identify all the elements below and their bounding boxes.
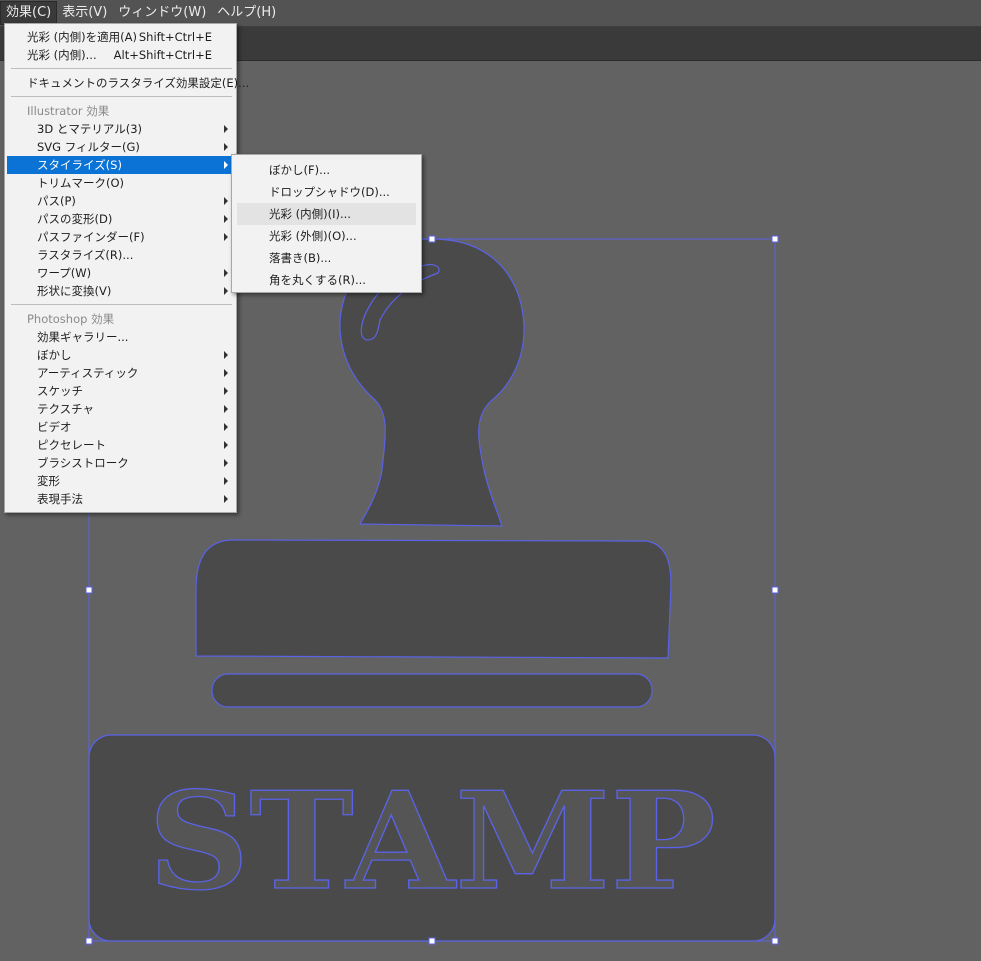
selection-handle[interactable] <box>771 937 779 945</box>
submenu-arrow-icon <box>224 405 228 413</box>
stamp-holder <box>195 539 672 659</box>
menu-item-rasterize[interactable]: ラスタライズ(R)... <box>7 246 234 264</box>
menu-item-label: スケッチ <box>37 384 83 398</box>
selection-handle[interactable] <box>428 937 436 945</box>
menu-item-distort-transform[interactable]: パスの変形(D) <box>7 210 234 228</box>
menu-item-label: 角を丸くする(R)... <box>269 273 366 287</box>
menu-item-label: テクスチャ <box>37 402 95 416</box>
menu-item-svg-filters[interactable]: SVG フィルター(G) <box>7 138 234 156</box>
effect-menu: 光彩 (内側)を適用(A) Shift+Ctrl+E 光彩 (内側)... Al… <box>4 23 249 513</box>
menu-item-label: 形状に変換(V) <box>37 284 112 298</box>
submenu-arrow-icon <box>224 477 228 485</box>
submenu-arrow-icon <box>224 269 228 277</box>
submenu-arrow-icon <box>224 441 228 449</box>
menu-item-3d-materials[interactable]: 3D とマテリアル(3) <box>7 120 234 138</box>
menu-item-label: ぼかし <box>37 348 72 362</box>
menu-item-warp[interactable]: ワープ(W) <box>7 264 234 282</box>
submenu-arrow-icon <box>224 197 228 205</box>
submenu-item-drop-shadow[interactable]: ドロップシャドウ(D)... <box>234 181 419 203</box>
submenu-item-outer-glow[interactable]: 光彩 (外側)(O)... <box>234 225 419 247</box>
menu-item-label: 表現手法 <box>37 492 83 506</box>
menu-item-label: 光彩 (内側)(I)... <box>269 207 351 221</box>
menu-item-stylize-ps[interactable]: 表現手法 <box>7 490 234 508</box>
submenu-item-scribble[interactable]: 落書き(B)... <box>234 247 419 269</box>
menu-item-brush-strokes[interactable]: ブラシストローク <box>7 454 234 472</box>
menu-separator <box>11 96 232 97</box>
submenu-item-round-corners[interactable]: 角を丸くする(R)... <box>234 269 419 291</box>
menu-item-label: ぼかし(F)... <box>269 163 331 177</box>
menu-item-label: パスの変形(D) <box>37 212 113 226</box>
menu-item-label: パス(P) <box>37 194 76 208</box>
stamp-bar <box>211 673 653 708</box>
section-header-label: Photoshop 効果 <box>27 312 115 326</box>
menu-item-label: 効果ギャラリー... <box>37 330 129 344</box>
menu-item-convert-to-shape[interactable]: 形状に変換(V) <box>7 282 234 300</box>
raster-settings-item[interactable]: ドキュメントのラスタライズ効果設定(E)... <box>7 74 249 92</box>
menu-separator <box>11 304 232 305</box>
menu-item-sketch[interactable]: スケッチ <box>7 382 234 400</box>
selection-handle[interactable] <box>85 937 93 945</box>
submenu-arrow-icon <box>224 215 228 223</box>
selection-handle[interactable] <box>428 235 436 243</box>
section-header-label: Illustrator 効果 <box>27 104 110 118</box>
menu-item-stylize[interactable]: スタイライズ(S) <box>7 156 234 174</box>
menu-item-label: 光彩 (外側)(O)... <box>269 229 357 243</box>
submenu-arrow-icon <box>224 387 228 395</box>
menu-item-label: 落書き(B)... <box>269 251 332 265</box>
menu-item-distort[interactable]: 変形 <box>7 472 234 490</box>
selection-handle[interactable] <box>85 586 93 594</box>
menu-item-pixelate[interactable]: ピクセレート <box>7 436 234 454</box>
menu-item-artistic[interactable]: アーティスティック <box>7 364 234 382</box>
submenu-arrow-icon <box>224 495 228 503</box>
menu-item-label: ラスタライズ(R)... <box>37 248 134 262</box>
illustrator-effects-header: Illustrator 効果 <box>7 102 234 120</box>
menu-item-path[interactable]: パス(P) <box>7 192 234 210</box>
stamp-label: STAMP <box>148 762 716 920</box>
menu-separator <box>11 68 232 69</box>
menu-item-label: 変形 <box>37 474 60 488</box>
submenu-item-feather[interactable]: ぼかし(F)... <box>234 159 419 181</box>
menu-item-blur[interactable]: ぼかし <box>7 346 234 364</box>
photoshop-effects-header: Photoshop 効果 <box>7 310 234 328</box>
submenu-arrow-icon <box>224 459 228 467</box>
shortcut-label: Shift+Ctrl+E <box>138 30 212 44</box>
menu-item-label: ビデオ <box>37 420 72 434</box>
menu-item-label: ワープ(W) <box>37 266 92 280</box>
menu-item-video[interactable]: ビデオ <box>7 418 234 436</box>
menu-item-label: ピクセレート <box>37 438 106 452</box>
menu-item-texture[interactable]: テクスチャ <box>7 400 234 418</box>
submenu-item-inner-glow[interactable]: 光彩 (内側)(I)... <box>237 203 416 225</box>
submenu-arrow-icon <box>224 233 228 241</box>
menu-item-label: SVG フィルター(G) <box>37 140 140 154</box>
menu-item-label: 3D とマテリアル(3) <box>37 122 143 136</box>
menu-item-label: ドキュメントのラスタライズ効果設定(E)... <box>27 76 250 90</box>
menu-item-label: パスファインダー(F) <box>37 230 145 244</box>
menu-item-label: 光彩 (内側)を適用(A) <box>27 30 137 44</box>
selection-handle[interactable] <box>771 235 779 243</box>
submenu-arrow-icon <box>224 423 228 431</box>
menu-item-label: アーティスティック <box>37 366 139 380</box>
submenu-arrow-icon <box>224 143 228 151</box>
submenu-arrow-icon <box>224 369 228 377</box>
submenu-arrow-icon <box>224 161 228 169</box>
menu-item-label: スタイライズ(S) <box>37 158 122 172</box>
menu-item-label: 光彩 (内側)... <box>27 48 97 62</box>
menu-item-effect-gallery[interactable]: 効果ギャラリー... <box>7 328 234 346</box>
menu-item-label: ドロップシャドウ(D)... <box>269 185 390 199</box>
submenu-arrow-icon <box>224 351 228 359</box>
menu-item-label: ブラシストローク <box>37 456 129 470</box>
last-effect-item[interactable]: 光彩 (内側)... Alt+Shift+Ctrl+E <box>7 46 234 64</box>
shortcut-label: Alt+Shift+Ctrl+E <box>113 48 212 62</box>
menu-item-label: トリムマーク(O) <box>37 176 125 190</box>
submenu-arrow-icon <box>224 125 228 133</box>
menu-item-trim-marks[interactable]: トリムマーク(O) <box>7 174 234 192</box>
menu-item-pathfinder[interactable]: パスファインダー(F) <box>7 228 234 246</box>
submenu-arrow-icon <box>224 287 228 295</box>
apply-last-effect-item[interactable]: 光彩 (内側)を適用(A) Shift+Ctrl+E <box>7 28 234 46</box>
stylize-submenu: ぼかし(F)... ドロップシャドウ(D)... 光彩 (内側)(I)... 光… <box>231 154 422 293</box>
selection-handle[interactable] <box>771 586 779 594</box>
